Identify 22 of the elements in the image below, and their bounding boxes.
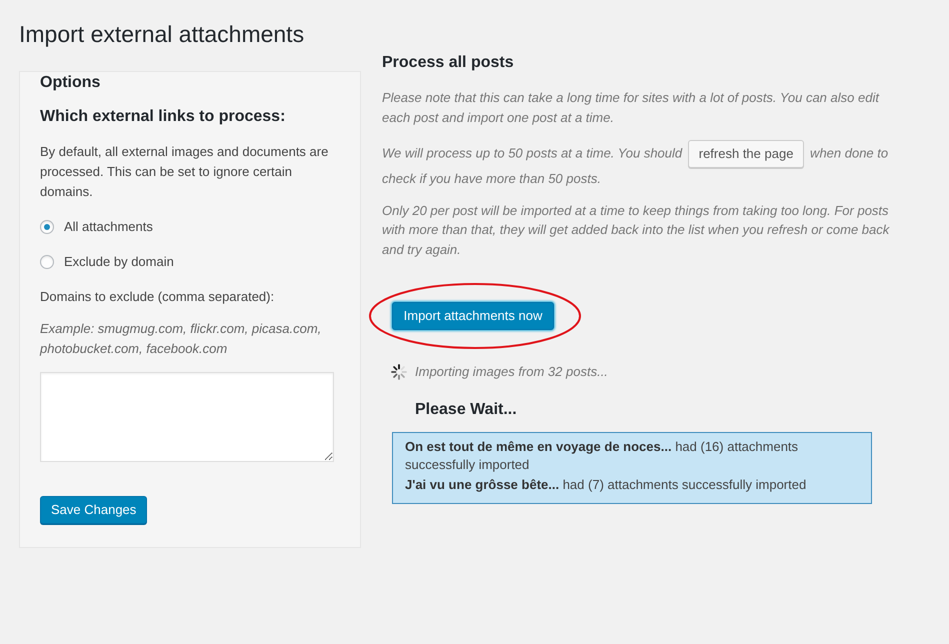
note-text: Please note that this can take a long time for sites with a lot of posts. You can also edit each post and import one post at a time. <box>382 89 880 127</box>
spinner-icon <box>391 364 407 380</box>
section-subheading: Which external links to process: <box>40 107 286 127</box>
radio-button[interactable] <box>40 220 54 234</box>
radio-button[interactable] <box>40 255 54 269</box>
result-text: J'ai vu une grôsse bête... had (7) attachments successfully imported <box>405 476 808 494</box>
section-heading: Process all posts <box>382 53 515 73</box>
domains-field[interactable] <box>40 372 334 462</box>
page-title: Import external attachments <box>19 20 306 49</box>
note-text: Only 20 per post will be imported at a time to keep things from taking too long. For posts with more than that, they will get added back into the list when you refresh or come back and try again. <box>382 202 890 259</box>
description-text: By default, all external images and documents are processed. This can be set to ignore certain domains. <box>40 143 330 201</box>
note-text: We will process up to 50 posts at a time. You should refresh the page when done to check if you have more than 50 posts. <box>382 139 902 188</box>
wait-heading: Please Wait... <box>415 400 518 420</box>
example-text: Example: smugmug.com, flickr.com, picasa.com, photobucket.com, facebook.com <box>40 320 322 358</box>
import-button[interactable]: Import attachments now <box>392 302 554 330</box>
section-heading: Options <box>40 73 100 93</box>
field-label: Domains to exclude (comma separated): <box>40 288 274 306</box>
radio-label[interactable]: Exclude by domain <box>64 252 174 272</box>
radio-label[interactable]: All attachments <box>64 217 153 237</box>
progress-text: Importing images from 32 posts... <box>415 364 608 380</box>
save-button[interactable]: Save Changes <box>40 496 148 524</box>
refresh-button[interactable]: refresh the page <box>688 140 804 168</box>
